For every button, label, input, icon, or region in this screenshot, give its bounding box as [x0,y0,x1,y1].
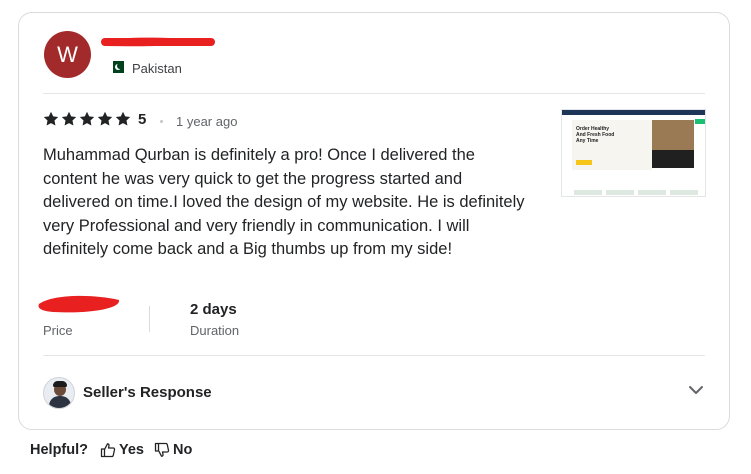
star-icon [61,111,77,126]
divider [43,355,705,356]
helpful-section: Helpful? Yes No [30,442,202,458]
seller-response-toggle[interactable]: Seller's Response [41,375,709,409]
vertical-divider [149,306,150,332]
star-icon [43,111,59,126]
helpful-no-label: No [173,442,193,458]
divider [43,93,705,94]
star-icon [97,111,113,126]
helpful-no-button[interactable]: No [154,442,192,458]
rating-value: 5 [138,111,147,128]
separator-dot [160,120,163,123]
reviewer-country: Pakistan [132,61,182,76]
star-icon [79,111,95,126]
price-label: Price [43,323,73,338]
review-card: W Pakistan 5 1 year ago Muhammad Qurban … [18,12,730,430]
review-time: 1 year ago [176,114,238,129]
reviewer-avatar: W [44,31,91,78]
pakistan-flag-icon [109,61,124,73]
delivery-thumbnail[interactable]: Order Healthy And Fresh Food Any Time [561,109,706,197]
thumbs-down-icon [154,442,170,457]
star-rating [43,111,131,127]
helpful-label: Helpful? [30,442,88,458]
thumbs-up-icon [100,443,116,458]
seller-response-label: Seller's Response [83,384,212,401]
helpful-yes-button[interactable]: Yes [100,442,144,458]
review-text: Muhammad Qurban is definitely a pro! Onc… [43,146,525,258]
seller-avatar [43,377,75,409]
helpful-yes-label: Yes [119,442,144,458]
redacted-reviewer-name [101,37,215,47]
redacted-price [38,295,120,313]
duration-label: Duration [190,323,240,338]
duration-value: 2 days [190,301,237,318]
thumbnail-heading: Order Healthy And Fresh Food Any Time [576,126,615,144]
chevron-down-icon[interactable] [687,381,705,399]
star-icon [115,111,131,126]
